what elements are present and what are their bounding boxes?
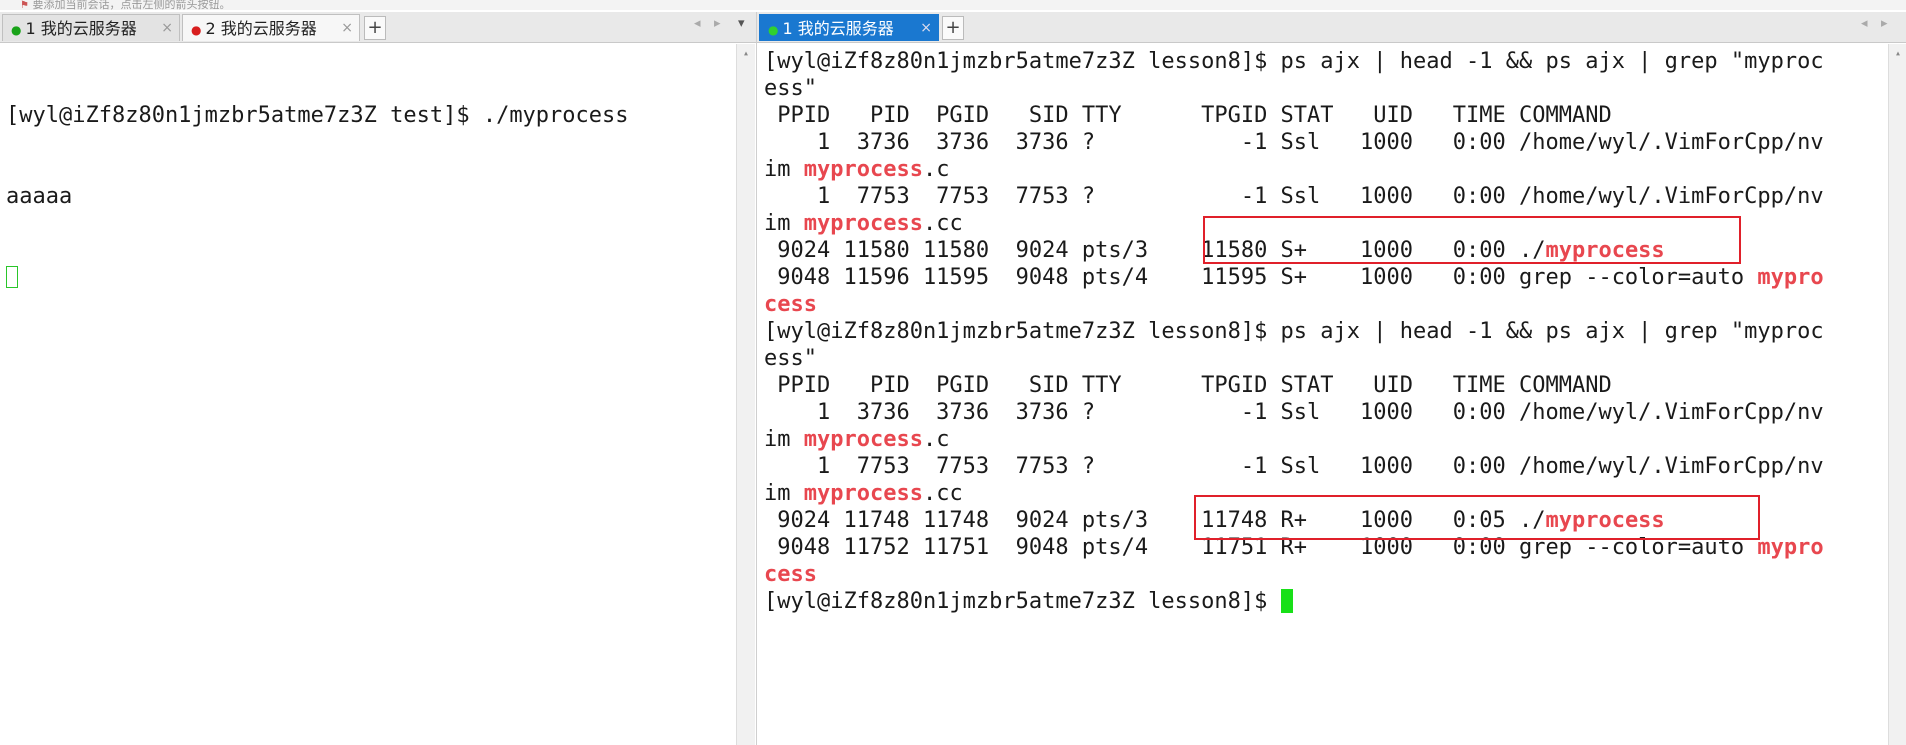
- terminal-text: im: [764, 427, 804, 452]
- status-dot-icon: ●: [768, 23, 779, 37]
- terminal-text: PPID PID PGID SID TTY TPGID STAT UID TIM…: [764, 103, 1612, 128]
- annotation-box-sleeping-process: [1203, 216, 1741, 264]
- tab-session-1-right[interactable]: ● 1 我的云服务器 ×: [759, 14, 939, 41]
- highlighted-match: myprocess: [803, 211, 923, 236]
- terminal-line: cess: [764, 291, 1824, 318]
- tab-label: 1 我的云服务器: [25, 19, 137, 38]
- terminal-text: im: [764, 211, 804, 236]
- close-icon[interactable]: ×: [341, 15, 353, 42]
- tab-session-2-left[interactable]: ● 2 我的云服务器 ×: [182, 14, 360, 41]
- highlighted-match: mypro: [1757, 535, 1824, 560]
- scroll-up-icon[interactable]: ▴: [737, 48, 755, 59]
- terminal-text: [wyl@iZf8z80n1jmzbr5atme7z3Z lesson8]$: [764, 589, 1281, 614]
- terminal-text: .c: [922, 427, 950, 452]
- tab-prev-icon[interactable]: ◂: [694, 16, 701, 31]
- tab-next-icon[interactable]: ▸: [1881, 16, 1888, 31]
- terminal-text: ess": [764, 346, 817, 371]
- tab-label: 1 我的云服务器: [782, 19, 894, 38]
- terminal-text: 1 3736 3736 3736 ? -1 Ssl 1000 0:00 /hom…: [764, 130, 1824, 155]
- terminal-line: [6, 264, 629, 291]
- right-terminal-pane[interactable]: [wyl@iZf8z80n1jmzbr5atme7z3Z lesson8]$ p…: [758, 44, 1888, 745]
- terminal-text: 9048 11596 11595 9048 pts/4 11595 S+ 100…: [764, 265, 1758, 290]
- terminal-line: ess": [764, 345, 1824, 372]
- status-dot-icon: ●: [191, 23, 202, 37]
- terminal-line: im myprocess.c: [764, 426, 1824, 453]
- terminal-line: PPID PID PGID SID TTY TPGID STAT UID TIM…: [764, 372, 1824, 399]
- add-tab-button[interactable]: +: [942, 16, 964, 40]
- terminal-line: [wyl@iZf8z80n1jmzbr5atme7z3Z test]$ ./my…: [6, 103, 629, 128]
- terminal-line: [wyl@iZf8z80n1jmzbr5atme7z3Z lesson8]$: [764, 588, 1824, 615]
- terminal-line: aaaaa: [6, 184, 73, 209]
- status-dot-icon: ●: [11, 23, 22, 37]
- close-icon[interactable]: ×: [920, 15, 932, 42]
- hint-flag-icon: ⚑: [20, 0, 29, 11]
- left-tab-bar: ● 1 我的云服务器 × ● 2 我的云服务器 × + ◂ ▸ ▾: [0, 12, 756, 43]
- left-terminal-output: [wyl@iZf8z80n1jmzbr5atme7z3Z test]$ ./my…: [6, 48, 629, 345]
- tab-session-1-left[interactable]: ● 1 我的云服务器 ×: [2, 14, 180, 41]
- terminal-cursor: [6, 266, 18, 288]
- highlighted-match: mypro: [1757, 265, 1824, 290]
- terminal-line: 1 7753 7753 7753 ? -1 Ssl 1000 0:00 /hom…: [764, 453, 1824, 480]
- terminal-text: 1 7753 7753 7753 ? -1 Ssl 1000 0:00 /hom…: [764, 454, 1824, 479]
- highlighted-match: cess: [764, 292, 817, 317]
- right-scrollbar[interactable]: ▴: [1888, 44, 1906, 745]
- terminal-text: .c: [922, 157, 950, 182]
- terminal-text: 1 3736 3736 3736 ? -1 Ssl 1000 0:00 /hom…: [764, 400, 1824, 425]
- terminal-text: .cc: [922, 211, 963, 236]
- terminal-text: 1 7753 7753 7753 ? -1 Ssl 1000 0:00 /hom…: [764, 184, 1824, 209]
- terminal-line: ess": [764, 75, 1824, 102]
- terminal-line: PPID PID PGID SID TTY TPGID STAT UID TIM…: [764, 102, 1824, 129]
- terminal-text: im: [764, 157, 804, 182]
- tab-label: 2 我的云服务器: [205, 19, 317, 38]
- right-tab-bar: ● 1 我的云服务器 × + ◂ ▸: [757, 12, 1906, 43]
- terminal-text: .cc: [922, 481, 963, 506]
- tab-prev-icon[interactable]: ◂: [1861, 16, 1868, 31]
- scroll-up-icon[interactable]: ▴: [1889, 48, 1906, 59]
- terminal-text: PPID PID PGID SID TTY TPGID STAT UID TIM…: [764, 373, 1612, 398]
- highlighted-match: myprocess: [803, 481, 923, 506]
- add-tab-button[interactable]: +: [364, 16, 386, 40]
- tab-menu-chevron-down-icon[interactable]: ▾: [738, 16, 745, 31]
- pane-divider[interactable]: [756, 12, 757, 745]
- terminal-line: 9048 11596 11595 9048 pts/4 11595 S+ 100…: [764, 264, 1824, 291]
- left-scrollbar[interactable]: ▴: [736, 44, 755, 745]
- close-icon[interactable]: ×: [161, 15, 173, 42]
- terminal-line: 1 3736 3736 3736 ? -1 Ssl 1000 0:00 /hom…: [764, 399, 1824, 426]
- session-hint-strip: ⚑ 要添加当前会话，点击左侧的箭头按钮。: [0, 0, 1906, 10]
- tab-next-icon[interactable]: ▸: [714, 16, 721, 31]
- terminal-line: 1 3736 3736 3736 ? -1 Ssl 1000 0:00 /hom…: [764, 129, 1824, 156]
- terminal-text: ess": [764, 76, 817, 101]
- terminal-line: cess: [764, 561, 1824, 588]
- terminal-text: [wyl@iZf8z80n1jmzbr5atme7z3Z lesson8]$ p…: [764, 49, 1824, 74]
- terminal-text: [wyl@iZf8z80n1jmzbr5atme7z3Z lesson8]$ p…: [764, 319, 1824, 344]
- terminal-cursor: [1280, 589, 1293, 613]
- terminal-text: im: [764, 481, 804, 506]
- highlighted-match: cess: [764, 562, 817, 587]
- highlighted-match: myprocess: [803, 427, 923, 452]
- terminal-line: [wyl@iZf8z80n1jmzbr5atme7z3Z lesson8]$ p…: [764, 48, 1824, 75]
- left-terminal-pane[interactable]: [wyl@iZf8z80n1jmzbr5atme7z3Z test]$ ./my…: [0, 44, 736, 745]
- terminal-line: 1 7753 7753 7753 ? -1 Ssl 1000 0:00 /hom…: [764, 183, 1824, 210]
- annotation-box-running-process: [1194, 495, 1760, 540]
- terminal-line: im myprocess.c: [764, 156, 1824, 183]
- highlighted-match: myprocess: [803, 157, 923, 182]
- session-hint-text: 要添加当前会话，点击左侧的箭头按钮。: [32, 0, 231, 10]
- terminal-line: [wyl@iZf8z80n1jmzbr5atme7z3Z lesson8]$ p…: [764, 318, 1824, 345]
